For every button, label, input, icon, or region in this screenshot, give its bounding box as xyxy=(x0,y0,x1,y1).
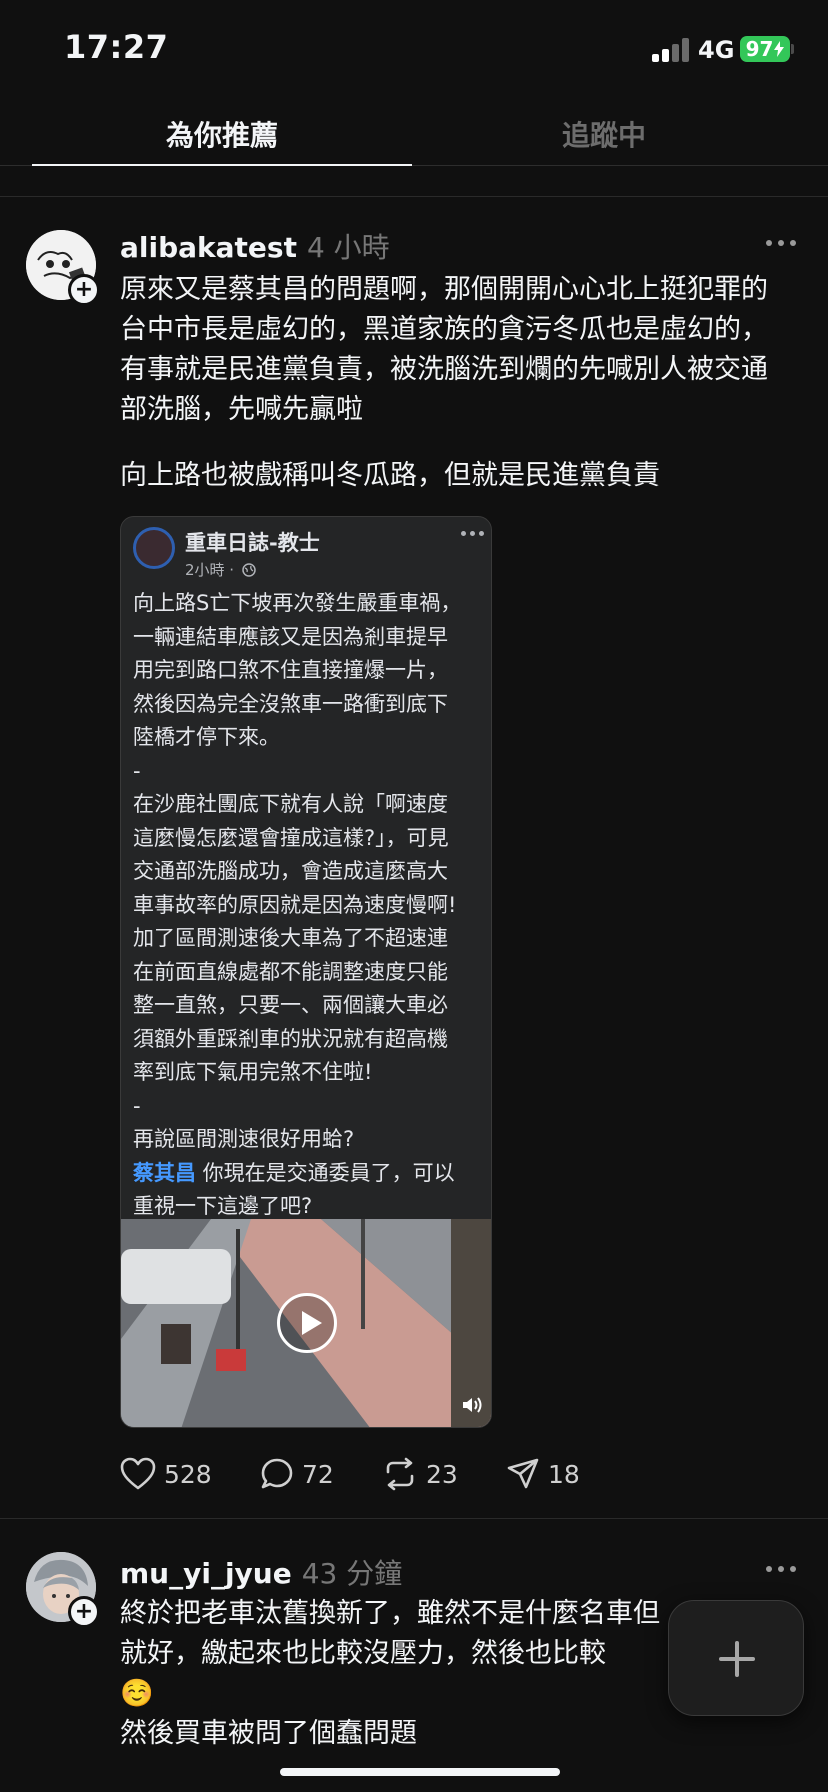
text-line: 然後因為完全沒煞車一路衝到底下 xyxy=(133,691,448,716)
repost-icon xyxy=(386,1457,414,1491)
text-line: 一輛連結車應該又是因為剎車提早 xyxy=(133,624,448,649)
embed-more-icon xyxy=(461,531,485,537)
text-line: 再說區間測速很好用蛤? xyxy=(133,1127,355,1151)
repost-button[interactable]: 23 xyxy=(382,1452,458,1496)
like-button[interactable]: 528 xyxy=(120,1452,212,1496)
text-line: 在前面直線處都不能調整速度只能 xyxy=(133,959,448,984)
more-options-icon[interactable] xyxy=(766,1564,800,1574)
username-text[interactable]: mu_yi_jyue xyxy=(120,1557,292,1590)
text-line: - xyxy=(133,1093,141,1118)
post-text: 向上路也被戲稱叫冬瓜路，但就是民進黨負責 xyxy=(120,460,660,491)
text-line: 在沙鹿社團底下就有人說「啊速度 xyxy=(133,792,448,816)
text-line: 交通部洗腦成功，會造成這麼高大 xyxy=(133,859,448,883)
volume-icon[interactable] xyxy=(461,1395,485,1415)
text-line: 然後買車被問了個蠢問題 xyxy=(120,1718,417,1749)
post-meta-text: 2小時 · xyxy=(185,561,235,579)
post-actions: 528 72 23 18 xyxy=(120,1452,620,1496)
send-icon xyxy=(507,1458,539,1489)
mention-line: 蔡其昌 你現在是交通委員了，可以 xyxy=(133,1157,489,1191)
share-button[interactable]: 18 xyxy=(506,1452,580,1496)
follow-plus-icon[interactable]: + xyxy=(68,1596,100,1628)
post-username[interactable]: alibakatest 4 小時 xyxy=(120,226,390,266)
text-line: 率到底下氣用完煞不住啦! xyxy=(133,1060,373,1084)
page-name: 重車日誌-教士 xyxy=(185,531,320,555)
text-line: 整一直煞，只要一、兩個讓大車必 xyxy=(133,993,448,1017)
post-time: 43 分鐘 xyxy=(301,1557,403,1590)
heart-icon xyxy=(120,1457,156,1490)
post-meta: 2小時 · xyxy=(185,559,256,580)
text-line: 須額外重踩剎車的狀況就有超高機 xyxy=(133,1026,448,1051)
follow-plus-icon[interactable]: + xyxy=(68,274,100,306)
post-text: 原來又是蔡其昌的問題啊，那個開開心心北上挺犯罪的台中市長是虛幻的，黑道家族的貪污… xyxy=(120,274,768,425)
comment-button[interactable]: 72 xyxy=(260,1452,334,1496)
mention: 蔡其昌 xyxy=(133,1160,196,1185)
repost-count: 23 xyxy=(426,1459,458,1489)
plus-icon xyxy=(719,1641,755,1677)
text-line: 陸橋才停下來。 xyxy=(133,725,280,749)
post-time: 4 小時 xyxy=(306,231,390,264)
text-line: 向上路S亡下坡再次發生嚴重車禍， xyxy=(133,591,462,615)
new-post-button[interactable] xyxy=(668,1600,804,1716)
post-username[interactable]: mu_yi_jyue 43 分鐘 xyxy=(120,1552,402,1592)
username-text[interactable]: alibakatest xyxy=(120,231,297,264)
text-line: - xyxy=(133,758,141,783)
video-thumbnail[interactable] xyxy=(121,1219,491,1427)
comment-count: 72 xyxy=(302,1459,334,1489)
embedded-image[interactable]: 重車日誌-教士 2小時 · 向上路S亡下坡再次發生嚴重車禍， 一輛連結車應該又是… xyxy=(120,516,492,1428)
page-avatar xyxy=(133,527,175,569)
mention-rest: 你現在是交通委員了，可以 xyxy=(196,1160,455,1185)
text-line: 車事故率的原因就是因為速度慢啊! xyxy=(133,892,457,917)
more-options-icon[interactable] xyxy=(766,238,800,248)
play-icon[interactable] xyxy=(277,1293,337,1353)
home-indicator[interactable] xyxy=(280,1768,560,1776)
text-line: 加了區間測速後大車為了不超速連 xyxy=(133,926,448,950)
embed-text: 向上路S亡下坡再次發生嚴重車禍， 一輛連結車應該又是因為剎車提早 用完到路口煞不… xyxy=(133,587,489,1224)
like-count: 528 xyxy=(164,1459,212,1489)
text-line: 用完到路口煞不住直接撞爆一片， xyxy=(133,658,448,682)
comment-icon xyxy=(261,1458,293,1489)
text-line: 這麼慢怎麼還會撞成這樣?」，可見 xyxy=(133,825,449,850)
globe-icon xyxy=(242,563,256,577)
post: + alibakatest 4 小時 原來又是蔡其昌的問題啊，那個開開心心北上挺犯… xyxy=(0,0,828,1518)
share-count: 18 xyxy=(548,1459,580,1489)
